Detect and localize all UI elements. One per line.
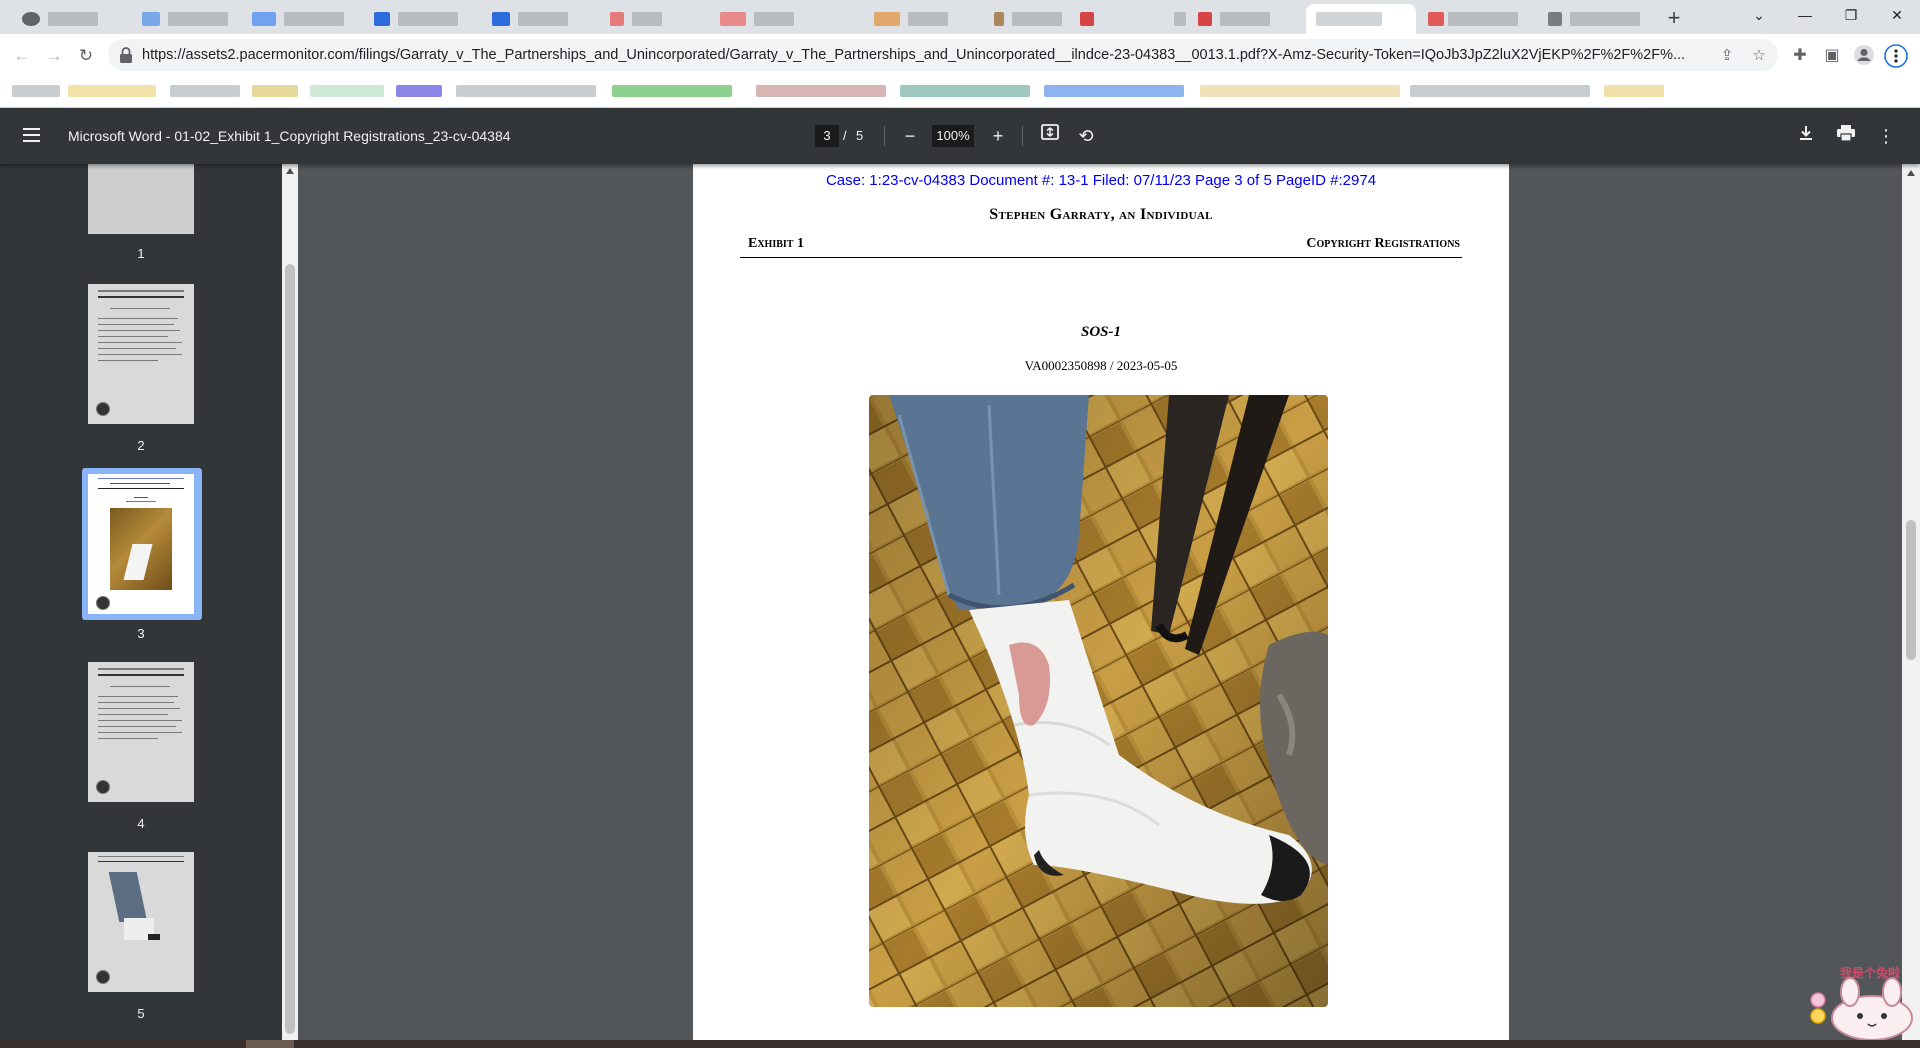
share-icon[interactable]: ⇪ (1716, 45, 1738, 67)
bookmark-item[interactable] (310, 85, 384, 97)
thumbnail-image (88, 164, 194, 234)
browser-tab[interactable] (870, 4, 980, 34)
scroll-up-arrow-icon[interactable] (1907, 170, 1915, 176)
extensions-icon[interactable]: ✚ (1788, 44, 1812, 68)
bookmark-item[interactable] (900, 85, 1030, 97)
taskbar-edge (0, 1040, 1920, 1048)
address-bar[interactable]: https://assets2.pacermonitor.com/filings… (108, 39, 1778, 71)
download-icon[interactable] (1792, 122, 1820, 150)
bookmark-item[interactable] (456, 85, 596, 97)
exhibit-label: Exhibit 1 (748, 236, 804, 251)
hamburger-menu-icon[interactable] (20, 124, 44, 148)
document-heading: Stephen Garraty, an Individual (989, 206, 1213, 223)
mascot-sticker-icon[interactable] (1806, 962, 1920, 1040)
side-panel-icon[interactable]: ▣ (1820, 44, 1844, 68)
thumbnail-label: 5 (137, 1006, 145, 1021)
fit-to-page-icon[interactable] (1036, 122, 1064, 150)
active-browser-tab[interactable] (1306, 4, 1416, 34)
bookmark-item[interactable] (1044, 85, 1184, 97)
thumbnail-label: 3 (137, 626, 145, 641)
bookmark-item[interactable] (252, 85, 298, 97)
thumbnail-sidebar: 1 2 3 4 5 (0, 164, 282, 1040)
thumbnail-label: 4 (137, 816, 145, 831)
bookmark-item[interactable] (1604, 85, 1664, 97)
seal-icon (96, 402, 110, 416)
zoom-in-icon[interactable]: + (984, 122, 1012, 150)
thumbnail-image (88, 284, 194, 424)
bookmark-item[interactable] (1200, 85, 1400, 97)
print-icon[interactable] (1832, 122, 1860, 150)
thumbnail-label: 1 (137, 246, 145, 261)
reload-icon[interactable]: ↻ (72, 42, 100, 70)
document-viewport[interactable]: Case: 1:23-cv-04383 Document #: 13-1 Fil… (298, 164, 1902, 1040)
tab-strip: + ⌄ — ❐ ✕ (0, 0, 1920, 34)
document-scroll-thumb[interactable] (1906, 520, 1916, 660)
total-pages: 5 (856, 128, 864, 143)
exhibit-rule: Exhibit 1 Copyright Registrations (740, 236, 1462, 258)
toolbar-divider (884, 126, 885, 146)
browser-tab[interactable] (130, 4, 245, 34)
thumbnail-image (88, 852, 194, 992)
browser-tab[interactable] (700, 4, 850, 34)
sidebar-scroll-thumb[interactable] (285, 264, 295, 1034)
zoom-out-icon[interactable]: − (896, 122, 924, 150)
bookmark-item[interactable] (12, 85, 60, 97)
close-window-button[interactable]: ✕ (1874, 0, 1920, 30)
bookmark-item[interactable] (170, 85, 240, 97)
browser-tab[interactable] (10, 4, 120, 34)
browser-tab[interactable] (1170, 4, 1290, 34)
section-label: Copyright Registrations (1306, 236, 1460, 251)
bookmarks-bar (0, 76, 1920, 108)
toolbar-divider (1022, 126, 1023, 146)
bookmark-item[interactable] (756, 85, 886, 97)
browser-tab[interactable] (490, 4, 680, 34)
taskbar-item[interactable] (246, 1040, 294, 1048)
back-icon[interactable]: ← (8, 42, 36, 70)
browser-toolbar: ← → ↻ https://assets2.pacermonitor.com/f… (0, 34, 1920, 76)
bookmark-item[interactable] (396, 85, 442, 97)
bookmark-item[interactable] (1410, 85, 1590, 97)
new-tab-button[interactable]: + (1662, 6, 1686, 30)
lock-icon[interactable] (118, 46, 134, 64)
rotate-icon[interactable]: ⟲ (1072, 122, 1100, 150)
thumbnail-image (88, 474, 194, 614)
pdf-toolbar: Microsoft Word - 01-02_Exhibit 1_Copyrig… (0, 108, 1920, 164)
sidebar-scrollbar[interactable] (282, 164, 298, 1040)
forward-icon[interactable]: → (40, 42, 68, 70)
chrome-menu-icon[interactable] (1884, 44, 1908, 68)
tab-search-icon[interactable]: ⌄ (1736, 0, 1782, 30)
work-title: SOS-1 (1080, 324, 1121, 340)
browser-tab[interactable] (1424, 4, 1654, 34)
thumbnail-page-2[interactable]: 2 (82, 284, 200, 459)
seal-icon (96, 780, 110, 794)
pdf-page: Case: 1:23-cv-04383 Document #: 13-1 Fil… (693, 164, 1509, 1040)
thumbnail-page-3[interactable]: 3 (82, 468, 202, 646)
thumbnail-image (88, 662, 194, 802)
case-header: Case: 1:23-cv-04383 Document #: 13-1 Fil… (825, 172, 1377, 189)
pdf-title: Microsoft Word - 01-02_Exhibit 1_Copyrig… (68, 128, 511, 144)
minimize-button[interactable]: — (1782, 0, 1828, 30)
page-separator: / (843, 128, 847, 143)
restore-button[interactable]: ❐ (1828, 0, 1874, 30)
more-options-icon[interactable]: ⋮ (1872, 122, 1900, 150)
url-text[interactable]: https://assets2.pacermonitor.com/filings… (142, 39, 1702, 71)
browser-tab[interactable] (250, 4, 365, 34)
profile-avatar-icon[interactable] (1852, 44, 1876, 68)
document-scrollbar[interactable] (1902, 164, 1920, 1040)
bookmark-star-icon[interactable]: ☆ (1748, 45, 1770, 67)
browser-tab[interactable] (990, 4, 1160, 34)
page-number-input[interactable]: 3 (815, 125, 839, 147)
thumbnail-page-5[interactable]: 5 (82, 852, 200, 1027)
registration-number: VA0002350898 / 2023-05-05 (1024, 358, 1178, 373)
scroll-up-arrow-icon[interactable] (286, 168, 294, 174)
seal-icon (96, 970, 110, 984)
exhibit-photo (869, 395, 1328, 1007)
bookmark-item[interactable] (68, 85, 156, 97)
thumbnail-page-4[interactable]: 4 (82, 662, 200, 837)
zoom-level-input[interactable]: 100% (932, 125, 974, 147)
thumbnail-label: 2 (137, 438, 145, 453)
browser-tab[interactable] (370, 4, 470, 34)
seal-icon (96, 596, 110, 610)
bookmark-item[interactable] (612, 85, 732, 97)
